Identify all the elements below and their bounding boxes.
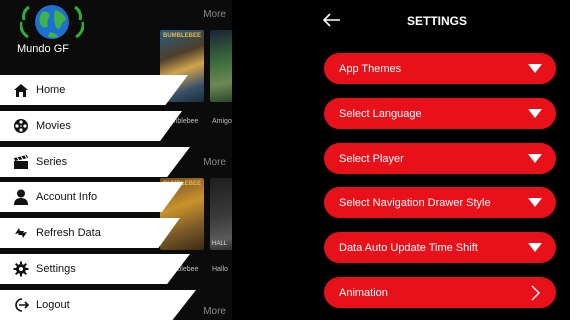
app-name: Mundo GF: [17, 43, 69, 55]
triangle-down-icon: [528, 196, 542, 210]
triangle-down-icon: [528, 107, 542, 121]
setting-navigation-drawer-style[interactable]: Select Navigation Drawer Style: [324, 187, 556, 218]
more-link-row-1[interactable]: More: [203, 9, 226, 20]
setting-data-auto-update[interactable]: Data Auto Update Time Shift: [324, 232, 556, 263]
drawer-item-movies[interactable]: Movies: [0, 111, 182, 141]
setting-label: Select Language: [339, 107, 422, 120]
more-link-row-3[interactable]: More: [203, 306, 226, 317]
poster-title: HALL: [212, 241, 228, 247]
settings-screen: SETTINGS App Themes Select Language Sele…: [304, 0, 570, 320]
setting-app-themes[interactable]: App Themes: [324, 53, 556, 84]
drawer-item-label: Series: [36, 156, 68, 168]
setting-label: Select Player: [339, 152, 404, 165]
chevron-right-icon: [528, 285, 542, 300]
poster-title: BUMBLEBEE: [162, 33, 201, 39]
gear-icon: [12, 261, 29, 278]
setting-select-player[interactable]: Select Player: [324, 143, 556, 174]
setting-select-language[interactable]: Select Language: [324, 98, 556, 129]
drawer-item-label: Movies: [36, 120, 71, 132]
drawer-item-refresh-data[interactable]: Refresh Data: [0, 218, 180, 248]
home-icon: [12, 82, 29, 99]
drawer-item-label: Settings: [36, 263, 76, 275]
poster-card[interactable]: [210, 30, 232, 102]
poster-card[interactable]: HALL: [210, 178, 232, 250]
drawer-item-label: Home: [36, 84, 66, 96]
drawer-item-label: Logout: [36, 299, 70, 311]
triangle-down-icon: [528, 152, 542, 166]
drawer-item-series[interactable]: Series: [0, 147, 190, 177]
logout-icon: [12, 297, 29, 314]
film-reel-icon: [12, 118, 29, 135]
poster-caption: Hallo: [212, 266, 228, 273]
more-link-row-2[interactable]: More: [203, 157, 226, 168]
drawer-item-account-info[interactable]: Account Info: [0, 182, 184, 212]
triangle-down-icon: [528, 241, 542, 255]
drawer-item-label: Refresh Data: [36, 227, 101, 239]
drawer-item-label: Account Info: [36, 191, 98, 203]
page-title: SETTINGS: [406, 14, 467, 28]
clapperboard-icon: [12, 154, 29, 171]
triangle-down-icon: [528, 62, 542, 76]
setting-label: Select Navigation Drawer Style: [339, 196, 491, 209]
setting-animation[interactable]: Animation: [324, 277, 556, 308]
drawer-item-settings[interactable]: Settings: [0, 254, 190, 284]
setting-label: Animation: [339, 286, 388, 299]
left-screen: More BUMBLEBEE Bumblebee Amigo More BUMB…: [0, 0, 232, 320]
drawer-item-home[interactable]: Home: [0, 75, 188, 105]
globe-logo-icon: [20, 5, 84, 39]
setting-label: Data Auto Update Time Shift: [339, 241, 478, 254]
refresh-arrows-icon: [12, 225, 29, 242]
drawer-item-logout[interactable]: Logout: [0, 290, 196, 320]
user-icon: [12, 189, 29, 206]
poster-caption: Amigo: [212, 118, 232, 125]
setting-label: App Themes: [339, 62, 402, 75]
